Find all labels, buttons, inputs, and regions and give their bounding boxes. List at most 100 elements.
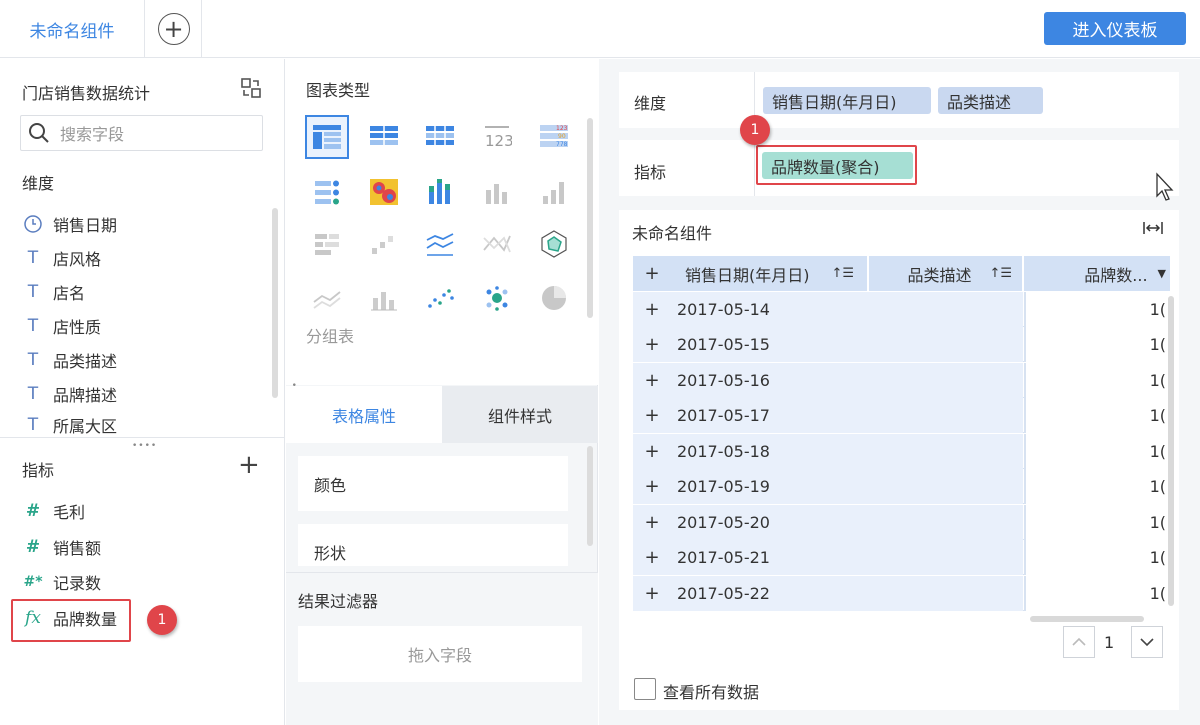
add-tab-button[interactable]: + — [146, 0, 202, 58]
prev-page-button[interactable] — [1063, 626, 1095, 658]
view-all-data-checkbox[interactable] — [634, 678, 656, 700]
sort-icon[interactable]: ↑☰ — [989, 266, 1012, 281]
line-chart-icon — [426, 233, 454, 256]
field-store-name[interactable]: T 店名 — [22, 277, 85, 307]
chart-type-scatter[interactable] — [418, 276, 462, 320]
dimensions-title: 维度 — [22, 174, 55, 193]
chart-type-horizontal-bar[interactable] — [305, 222, 349, 266]
cross-line-icon — [483, 235, 511, 253]
dimension-shelf-label: 维度 — [634, 94, 667, 113]
switch-dataset-icon[interactable] — [240, 77, 262, 99]
filter-drop-zone[interactable]: 拖入字段 — [298, 626, 582, 682]
chart-type-pie[interactable] — [532, 276, 576, 320]
chart-type-scrollbar[interactable] — [587, 118, 593, 318]
table-horizontal-scrollbar[interactable] — [1030, 616, 1144, 622]
table-row: +2017-05-20 1( — [633, 505, 1170, 540]
tab-component-style[interactable]: 组件样式 — [442, 386, 598, 443]
field-label: 毛利 — [53, 503, 86, 522]
expand-row-icon[interactable]: + — [633, 512, 671, 533]
metrics-title: 指标 — [22, 461, 55, 480]
text-type-icon: T — [27, 350, 39, 370]
field-sales-date[interactable]: 销售日期 — [22, 209, 117, 239]
text-type-icon: T — [27, 384, 39, 404]
expand-row-icon[interactable]: + — [633, 405, 671, 426]
column-header-brand-count[interactable]: 品牌数... ▼ — [1024, 256, 1170, 291]
field-sales-amount[interactable]: # 销售额 — [22, 532, 101, 562]
field-brand-count[interactable]: fx 品牌数量 — [22, 603, 117, 633]
search-input[interactable] — [20, 115, 263, 151]
dropdown-icon[interactable]: ▼ — [1158, 267, 1166, 280]
fit-width-icon[interactable] — [1142, 219, 1164, 237]
chevron-up-icon — [1072, 637, 1086, 646]
expand-row-icon[interactable]: + — [633, 476, 671, 497]
growing-bar-icon — [543, 182, 564, 204]
field-label: 店名 — [53, 284, 86, 303]
cell-date: 2017-05-17 — [677, 406, 770, 425]
chart-type-heatmap[interactable] — [362, 170, 406, 214]
chart-type-area[interactable] — [305, 276, 349, 320]
expand-row-icon[interactable]: + — [633, 299, 671, 320]
expand-row-icon[interactable]: + — [633, 547, 671, 568]
enter-dashboard-button[interactable]: 进入仪表板 — [1044, 12, 1186, 45]
header-label: 品类描述 — [907, 265, 972, 285]
chart-type-radar[interactable] — [532, 222, 576, 266]
field-category-desc[interactable]: T 品类描述 — [22, 345, 117, 375]
cell-date: 2017-05-15 — [677, 335, 770, 354]
resize-handle-icon[interactable]: •••• — [132, 441, 157, 451]
chart-type-column[interactable] — [475, 170, 519, 214]
property-shape[interactable]: 形状 — [298, 524, 568, 566]
expand-row-icon[interactable]: + — [633, 370, 671, 391]
table-row: +2017-05-19 1( — [633, 469, 1170, 504]
formula-icon: fx — [25, 608, 41, 628]
chart-type-line[interactable] — [418, 222, 462, 266]
metric-pill-brand-count[interactable]: 品牌数量(聚合) — [762, 152, 913, 179]
expand-row-icon[interactable]: + — [633, 583, 671, 604]
chart-type-colored-kpi[interactable]: 123 90 778 — [532, 115, 576, 159]
chart-type-kpi[interactable]: 123 — [475, 115, 519, 159]
field-label: 品类描述 — [53, 352, 118, 371]
chart-type-progress[interactable] — [305, 170, 349, 214]
page-number: 1 — [1104, 633, 1115, 652]
chart-type-cross-table[interactable] — [418, 115, 462, 159]
field-brand-desc[interactable]: T 品牌描述 — [22, 379, 117, 409]
expand-row-icon[interactable]: + — [633, 441, 671, 462]
next-page-button[interactable] — [1131, 626, 1163, 658]
tab-unnamed-component[interactable]: 未命名组件 — [0, 0, 145, 58]
expand-all-button[interactable]: + — [633, 256, 671, 291]
sort-icon[interactable]: ↑☰ — [832, 266, 855, 281]
dimension-pill-sales-date[interactable]: 销售日期(年月日) — [763, 87, 931, 114]
chart-type-bar-grow[interactable] — [532, 170, 576, 214]
dimension-scrollbar[interactable] — [272, 208, 278, 398]
detail-table-icon — [370, 126, 398, 145]
chart-type-detail-table[interactable] — [362, 115, 406, 159]
field-label: 所属大区 — [53, 417, 118, 436]
chart-type-stacked-bar[interactable] — [418, 170, 462, 214]
chart-type-group-table[interactable] — [305, 115, 349, 159]
chart-type-bubble[interactable] — [475, 276, 519, 320]
cell-date: 2017-05-16 — [677, 371, 770, 390]
divider — [754, 140, 755, 196]
field-record-count[interactable]: #* 记录数 — [22, 567, 101, 597]
field-label: 记录数 — [53, 574, 102, 593]
expand-row-icon[interactable]: + — [633, 334, 671, 355]
column-header-sales-date[interactable]: 销售日期(年月日) ↑☰ — [671, 256, 867, 291]
property-color[interactable]: 颜色 — [298, 456, 568, 511]
cell-value: 1( — [1024, 398, 1170, 433]
dimension-pill-category[interactable]: 品类描述 — [938, 87, 1043, 114]
property-scrollbar[interactable] — [587, 446, 593, 546]
cell-date: 2017-05-18 — [677, 442, 770, 461]
cell-value: 1( — [1024, 505, 1170, 540]
chart-type-cross-line[interactable] — [475, 222, 519, 266]
callout-badge: 1 — [147, 605, 177, 635]
chart-type-combo[interactable] — [362, 276, 406, 320]
table-vertical-scrollbar[interactable] — [1168, 296, 1174, 606]
column-header-category[interactable]: 品类描述 ↑☰ — [869, 256, 1022, 291]
tab-table-properties[interactable]: 表格属性 — [286, 386, 442, 443]
pie-chart-icon — [542, 286, 566, 310]
field-gross-profit[interactable]: # 毛利 — [22, 496, 85, 526]
field-store-nature[interactable]: T 店性质 — [22, 311, 101, 341]
add-metric-button[interactable]: + — [238, 452, 260, 478]
chart-type-waterfall[interactable] — [362, 222, 406, 266]
field-store-style[interactable]: T 店风格 — [22, 243, 101, 273]
field-region[interactable]: T 所属大区 — [22, 413, 117, 437]
